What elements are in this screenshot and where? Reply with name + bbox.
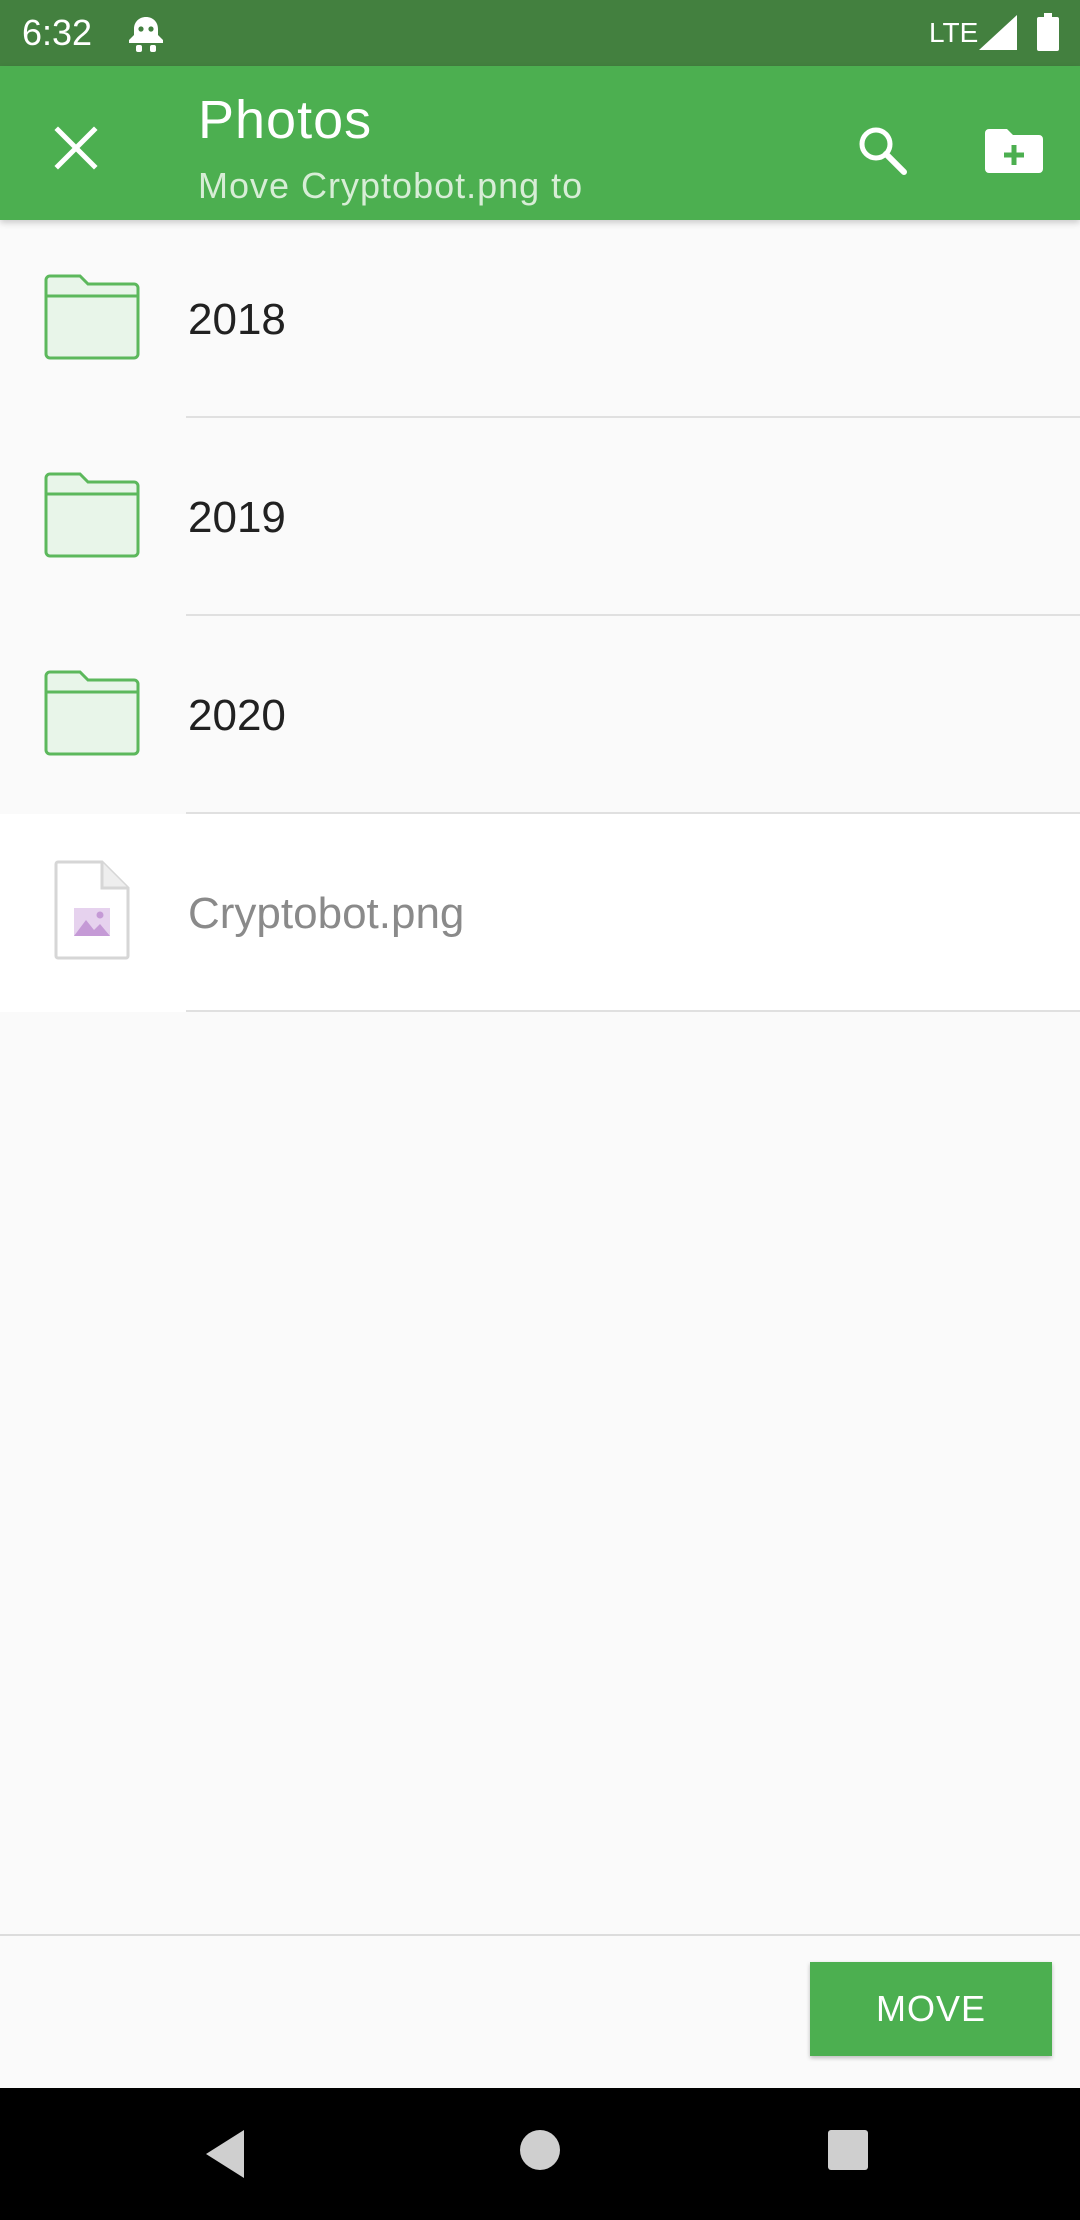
folder-icon <box>44 274 140 360</box>
close-icon <box>54 126 98 170</box>
list-item-folder-2019[interactable]: 2019 <box>0 418 1080 616</box>
status-bar: 6:32 LTE <box>0 0 1080 66</box>
bottom-divider <box>0 1934 1080 1936</box>
folder-list: 2018 2019 2020 Cryptobot.png <box>0 220 1080 1012</box>
back-icon[interactable] <box>196 2124 252 2184</box>
list-item-label: 2018 <box>188 295 286 344</box>
search-icon <box>859 127 907 175</box>
list-item-label: 2020 <box>188 691 286 740</box>
new-folder-button[interactable] <box>976 114 1052 186</box>
search-button[interactable] <box>846 114 918 186</box>
app-bar: Photos Move Cryptobot.png to <box>0 66 1080 220</box>
list-divider <box>186 1010 1080 1012</box>
notification-bot-icon <box>129 17 163 52</box>
list-item-folder-2018[interactable]: 2018 <box>0 220 1080 418</box>
list-item-file: Cryptobot.png <box>0 814 1080 1012</box>
list-item-label: Cryptobot.png <box>188 889 465 938</box>
list-item-label: 2019 <box>188 493 286 542</box>
home-icon[interactable] <box>518 2128 562 2172</box>
battery-icon <box>1037 13 1059 51</box>
image-file-icon <box>54 860 130 960</box>
page-subtitle: Move Cryptobot.png to <box>198 165 584 206</box>
status-time: 6:32 <box>22 12 93 53</box>
folder-icon <box>44 670 140 756</box>
folder-icon <box>44 472 140 558</box>
signal-icon <box>979 15 1017 50</box>
list-item-folder-2020[interactable]: 2020 <box>0 616 1080 814</box>
page-title: Photos <box>198 90 373 150</box>
new-folder-icon <box>985 129 1043 173</box>
recents-icon[interactable] <box>826 2128 870 2172</box>
move-button[interactable]: MOVE <box>810 1962 1052 2056</box>
network-type: LTE <box>929 17 979 48</box>
navigation-bar <box>0 2088 1080 2220</box>
close-button[interactable] <box>40 112 112 184</box>
